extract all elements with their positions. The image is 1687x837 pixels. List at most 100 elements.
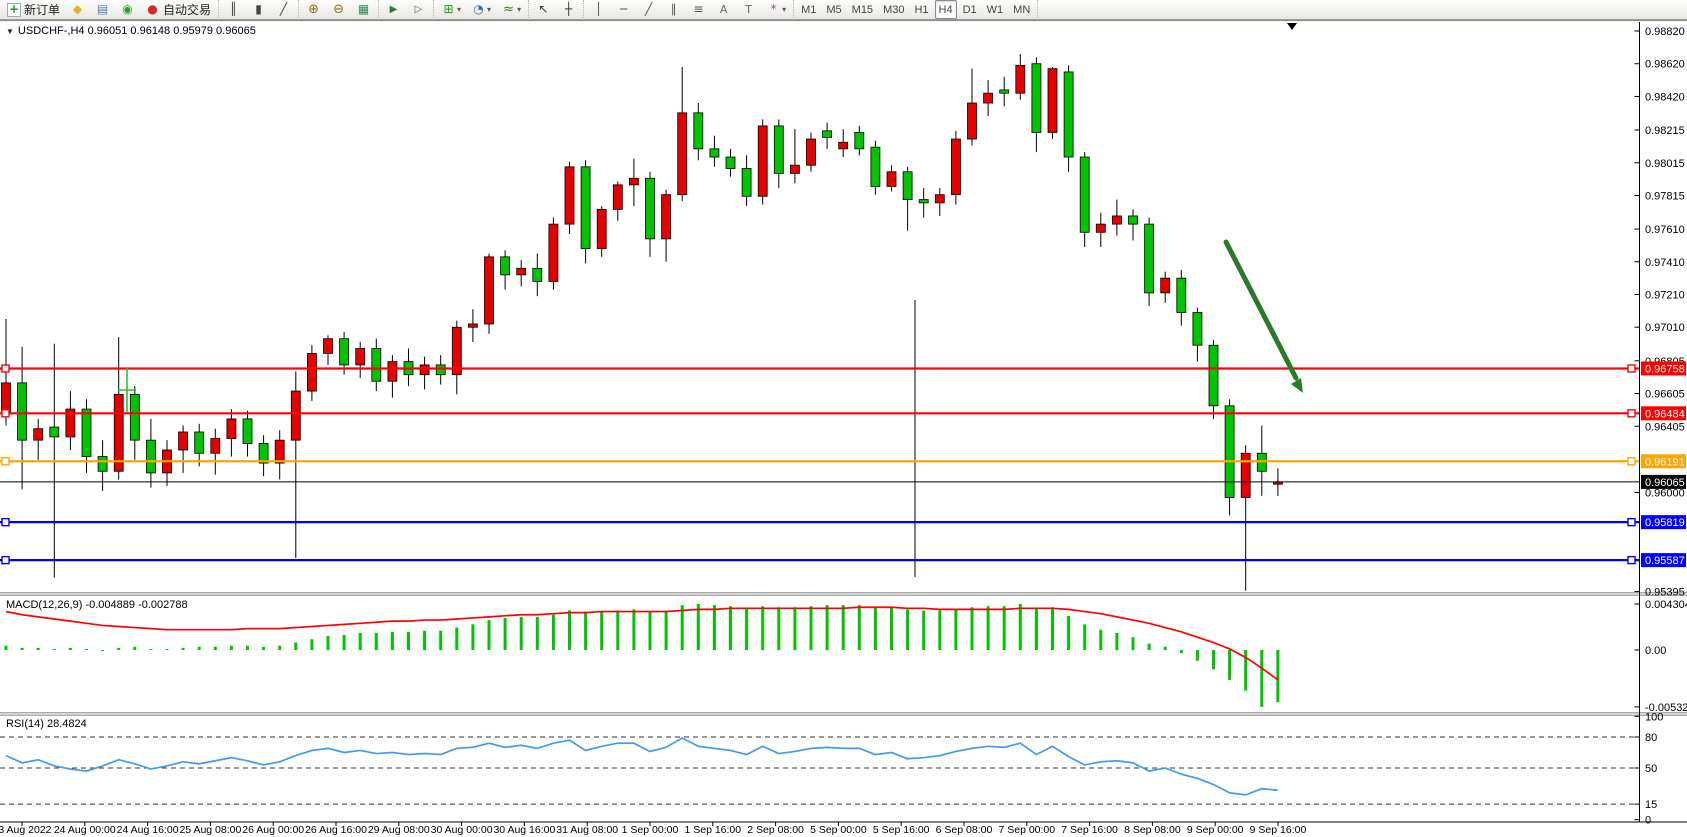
time-axis-label: 6 Sep 08:00 (936, 824, 993, 836)
price-badge-label: 0.96484 (1645, 408, 1685, 420)
candlestick-chart-button[interactable]: ▮ (247, 0, 270, 19)
candle (1225, 406, 1234, 498)
new-order-button[interactable]: +新订单 (3, 0, 64, 19)
macd-axis-label: 0.004304 (1645, 599, 1687, 611)
timeframe-button-h1[interactable]: H1 (910, 0, 932, 19)
timeframe-button-mn[interactable]: MN (1009, 0, 1034, 19)
metaeditor-button[interactable]: ◆ (66, 0, 89, 19)
navigator-button[interactable]: ◉ (116, 0, 139, 19)
toolbar-group: │ ─ ╱ ∥≡ AT*▾ (584, 0, 794, 20)
market-watch-icon: ▤ (95, 2, 110, 17)
text-label-button[interactable]: T (737, 0, 760, 19)
candle (1193, 313, 1202, 346)
horizontal-line-button[interactable]: ─ (612, 0, 635, 19)
new-chart-button[interactable]: ⊞▾ (437, 0, 465, 19)
candle (887, 172, 896, 187)
line-anchor-handle[interactable] (2, 557, 9, 564)
cursor-button[interactable]: ↖ (532, 0, 555, 19)
trendline-button[interactable]: ╱ (637, 0, 660, 19)
candle (114, 394, 123, 471)
rsi-axis-label: 50 (1645, 763, 1657, 775)
text-icon: A (716, 2, 731, 17)
profiles-button[interactable]: ◔▾ (467, 0, 495, 19)
line-anchor-handle[interactable] (1628, 365, 1635, 372)
chart-menu-icon[interactable]: ▼ (6, 27, 14, 36)
timeframe-label: M5 (826, 4, 841, 16)
zoom-out-button[interactable]: ⊖ (327, 0, 350, 19)
bar-chart-button[interactable]: ║ (222, 0, 245, 19)
timeframe-button-m30[interactable]: M30 (879, 0, 908, 19)
macd-indicator-label: MACD(12,26,9) -0.004889 -0.002788 (6, 599, 188, 611)
line-anchor-handle[interactable] (2, 365, 9, 372)
text-button[interactable]: A (712, 0, 735, 19)
horizontal-line-icon: ─ (616, 2, 631, 17)
candle (1209, 345, 1218, 406)
chevron-down-icon[interactable]: ▾ (782, 5, 786, 14)
tile-windows-icon: ▦ (356, 2, 371, 17)
chevron-down-icon[interactable]: ▾ (487, 5, 491, 14)
candle (984, 93, 993, 103)
new-order-button-label: 新订单 (24, 1, 60, 18)
metatrader-window: +新订单◆▤◉●自动交易║▮╱⊕⊖▦▶▷⊞▾◔▾≈▾↖┼│─╱∥≡AT*▾M1M… (0, 0, 1687, 837)
line-anchor-handle[interactable] (1628, 410, 1635, 417)
candle (678, 113, 687, 195)
time-axis-label: 7 Sep 16:00 (1061, 824, 1118, 836)
timeframe-button-m5[interactable]: M5 (822, 0, 845, 19)
chevron-down-icon[interactable]: ▾ (457, 5, 461, 14)
line-anchor-handle[interactable] (2, 458, 9, 465)
candle (855, 132, 864, 148)
line-anchor-handle[interactable] (1628, 458, 1635, 465)
chart-shift-button[interactable]: ▷ (407, 0, 430, 19)
time-axis-label: 5 Sep 16:00 (873, 824, 930, 836)
timeframe-button-m15[interactable]: M15 (848, 0, 877, 19)
timeframe-label: H1 (914, 4, 928, 16)
chart-shift-icon: ▷ (411, 2, 426, 17)
line-anchor-handle[interactable] (2, 519, 9, 526)
arrows-button[interactable]: *▾ (762, 0, 790, 19)
candle (597, 209, 606, 248)
candle (82, 409, 91, 456)
trendline-icon: ╱ (641, 2, 656, 17)
candle (774, 126, 783, 173)
auto-scroll-button[interactable]: ▶ (382, 0, 405, 19)
candle (146, 440, 155, 473)
vertical-line-button[interactable]: │ (587, 0, 610, 19)
time-axis-label: 9 Sep 00:00 (1187, 824, 1244, 836)
line-anchor-handle[interactable] (1628, 557, 1635, 564)
timeframe-button-m1[interactable]: M1 (797, 0, 820, 19)
time-axis-label: 5 Sep 00:00 (810, 824, 867, 836)
candle (935, 195, 944, 203)
candle (1048, 69, 1057, 133)
time-axis-label: 31 Aug 08:00 (556, 824, 618, 836)
price-badge-label: 0.96065 (1645, 477, 1685, 489)
timeframe-group: M1 M5 M15 M30 H1 H4D1W1MN (794, 0, 1038, 20)
line-chart-icon: ╱ (276, 2, 291, 17)
timeframe-label: M15 (852, 4, 873, 16)
candle (565, 167, 574, 224)
price-badge-label: 0.95819 (1645, 517, 1685, 529)
timeframe-button-d1[interactable]: D1 (959, 0, 981, 19)
timeframe-button-h4[interactable]: H4 (935, 0, 957, 19)
time-axis-label: 24 Aug 00:00 (54, 824, 116, 836)
candle (259, 443, 268, 463)
line-anchor-handle[interactable] (1628, 519, 1635, 526)
fibonacci-button[interactable]: ≡ (687, 0, 710, 19)
macd-axis-label: 0.00 (1645, 645, 1666, 657)
crosshair-button[interactable]: ┼ (557, 0, 580, 19)
zoom-in-button[interactable]: ⊕ (302, 0, 325, 19)
auto-trading-button[interactable]: ●自动交易 (141, 0, 215, 19)
candle (34, 429, 43, 440)
chevron-down-icon[interactable]: ▾ (517, 5, 521, 14)
price-chart-canvas[interactable]: 0.988200.986200.984200.982150.980150.978… (0, 0, 1687, 837)
timeframe-button-w1[interactable]: W1 (983, 0, 1008, 19)
indicators-button[interactable]: ≈▾ (497, 0, 525, 19)
profiles-icon: ◔ (471, 2, 486, 17)
line-chart-button[interactable]: ╱ (272, 0, 295, 19)
equidistant-channel-button[interactable]: ∥ (662, 0, 685, 19)
line-anchor-handle[interactable] (2, 410, 9, 417)
market-watch-button[interactable]: ▤ (91, 0, 114, 19)
candle (726, 157, 735, 168)
tile-windows-button[interactable]: ▦ (352, 0, 375, 19)
toolbar-group: ║▮ ╱ (219, 0, 299, 20)
candle (130, 394, 139, 440)
